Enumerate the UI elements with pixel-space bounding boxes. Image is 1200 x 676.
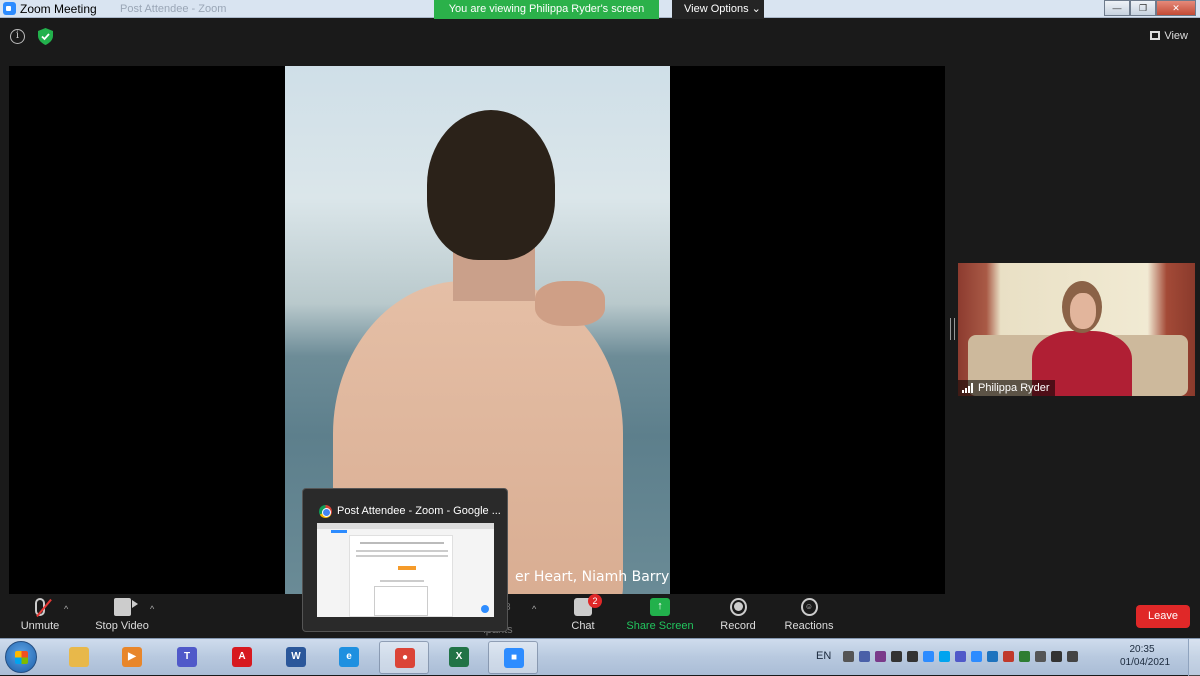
maximize-button[interactable]: ❐ xyxy=(1130,0,1156,16)
unmute-button[interactable]: Unmute xyxy=(16,598,64,632)
participant-video[interactable]: Philippa Ryder xyxy=(958,263,1195,396)
taskbar-app-button[interactable]: ● xyxy=(379,641,429,674)
view-label: View xyxy=(1164,30,1188,42)
taskbar-app-button[interactable]: e xyxy=(324,641,374,674)
leave-button[interactable]: Leave xyxy=(1136,605,1190,628)
media-player-icon: ▶ xyxy=(122,647,142,667)
view-options-label: View Options xyxy=(684,3,749,15)
video-face-shape xyxy=(1070,293,1096,329)
photo-hair-shape xyxy=(427,110,555,260)
photo-caption: er Heart, Niamh Barry xyxy=(515,569,670,585)
acrobat-icon: A xyxy=(232,647,252,667)
view-button[interactable]: View xyxy=(1150,30,1188,42)
taskbar-app-button[interactable]: ■ xyxy=(488,641,538,674)
preview-page xyxy=(349,535,453,617)
word-icon: W xyxy=(286,647,306,667)
share-screen-arrow-icon: ↑ xyxy=(650,598,670,616)
chat-bubble-icon: 2 xyxy=(574,594,602,616)
tray-app-icon[interactable] xyxy=(1051,651,1062,662)
share-screen-label: Share Screen xyxy=(626,620,694,632)
preview-screenshot xyxy=(317,523,494,617)
smiley-plus-icon: ☺ xyxy=(800,598,818,616)
preview-window-title: Post Attendee - Zoom - Google ... xyxy=(337,505,501,517)
taskbar-clock[interactable]: 20:35 01/04/2021 xyxy=(1120,643,1171,669)
language-indicator[interactable]: EN xyxy=(816,650,831,662)
stop-video-button[interactable]: Stop Video xyxy=(92,598,152,632)
taskbar-app-button[interactable]: T xyxy=(162,641,212,674)
reactions-label: Reactions xyxy=(784,620,834,632)
tray-app-icon[interactable] xyxy=(1003,651,1014,662)
preview-browser-bar xyxy=(317,523,494,529)
zoom-icon: ■ xyxy=(504,648,524,668)
show-desktop-button[interactable] xyxy=(1188,639,1200,676)
preview-blue-dot xyxy=(481,605,489,613)
meeting-header: i View xyxy=(0,19,1200,57)
teams-icon: T xyxy=(177,647,197,667)
minimize-button[interactable]: — xyxy=(1104,0,1130,16)
chat-unread-badge: 2 xyxy=(588,594,602,608)
clock-time: 20:35 xyxy=(1129,644,1155,655)
tray-app-icon[interactable] xyxy=(1035,651,1046,662)
taskbar-app-button[interactable]: X xyxy=(434,641,484,674)
record-icon xyxy=(729,598,747,616)
background-tab-label: Post Attendee - Zoom xyxy=(120,3,227,15)
meeting-toolbar: Unmute ^ Stop Video ^ 8 ipants ^ 2 Chat … xyxy=(0,594,1200,638)
video-camera-icon xyxy=(113,598,138,616)
participants-options-caret[interactable]: ^ xyxy=(532,604,536,614)
grid-icon xyxy=(1150,31,1161,40)
tray-app-icon[interactable] xyxy=(939,651,950,662)
window-controls: — ❐ ✕ xyxy=(1104,0,1196,16)
tray-app-icon[interactable] xyxy=(955,651,966,662)
panel-splitter-handle[interactable] xyxy=(950,318,955,340)
volume-icon[interactable] xyxy=(907,651,918,662)
view-options-button[interactable]: View Options ⌄ xyxy=(672,0,764,19)
photo-hand-shape xyxy=(535,281,605,326)
chevron-down-icon: ⌄ xyxy=(751,3,761,15)
record-button[interactable]: Record xyxy=(718,598,758,632)
windows-taskbar: ▶ T A We ● X ■ EN 20:35 01/04/2021 xyxy=(0,638,1200,676)
taskbar-app-button[interactable]: ▶ xyxy=(107,641,157,674)
zoom-app-icon xyxy=(3,2,16,15)
tray-app-icon[interactable] xyxy=(923,651,934,662)
tray-app-icon[interactable] xyxy=(987,651,998,662)
viewing-banner: You are viewing Philippa Ryder's screen xyxy=(434,0,659,19)
reactions-button[interactable]: ☺ Reactions xyxy=(784,598,834,632)
chrome-icon: ● xyxy=(395,648,415,668)
tray-app-icon[interactable] xyxy=(971,651,982,662)
microphone-muted-icon xyxy=(35,598,52,618)
audio-options-caret[interactable]: ^ xyxy=(64,604,68,614)
window-title: Zoom Meeting xyxy=(20,2,97,16)
video-options-caret[interactable]: ^ xyxy=(150,604,154,614)
start-button[interactable] xyxy=(5,641,37,673)
tray-app-icon[interactable] xyxy=(875,651,886,662)
clock-date: 01/04/2021 xyxy=(1120,657,1171,668)
chat-button[interactable]: 2 Chat xyxy=(565,594,602,632)
taskbar-app-button[interactable]: W xyxy=(271,641,321,674)
close-button[interactable]: ✕ xyxy=(1156,0,1196,16)
tray-app-icon[interactable] xyxy=(859,651,870,662)
shield-icon[interactable] xyxy=(38,28,53,45)
network-signal-icon[interactable] xyxy=(891,651,902,662)
stop-video-label: Stop Video xyxy=(95,620,149,632)
taskbar-app-button[interactable] xyxy=(54,641,104,674)
taskbar-thumbnail-preview[interactable]: Post Attendee - Zoom - Google ... xyxy=(302,488,508,632)
signal-strength-icon xyxy=(962,383,974,393)
share-screen-button[interactable]: ↑ Share Screen xyxy=(626,598,694,632)
chat-label: Chat xyxy=(571,620,595,632)
info-icon[interactable]: i xyxy=(10,29,25,44)
system-tray-icons xyxy=(843,651,1078,662)
tray-app-icon[interactable] xyxy=(843,651,854,662)
tray-app-icon[interactable] xyxy=(1019,651,1030,662)
record-label: Record xyxy=(720,620,756,632)
chrome-icon xyxy=(319,505,332,518)
preview-zoom-logo xyxy=(331,530,347,533)
excel-icon: X xyxy=(449,647,469,667)
action-center-icon[interactable] xyxy=(1067,651,1078,662)
internet-explorer-icon: e xyxy=(339,647,359,667)
taskbar-app-button[interactable]: A xyxy=(217,641,267,674)
file-explorer-icon xyxy=(69,647,89,667)
unmute-label: Unmute xyxy=(20,620,60,632)
